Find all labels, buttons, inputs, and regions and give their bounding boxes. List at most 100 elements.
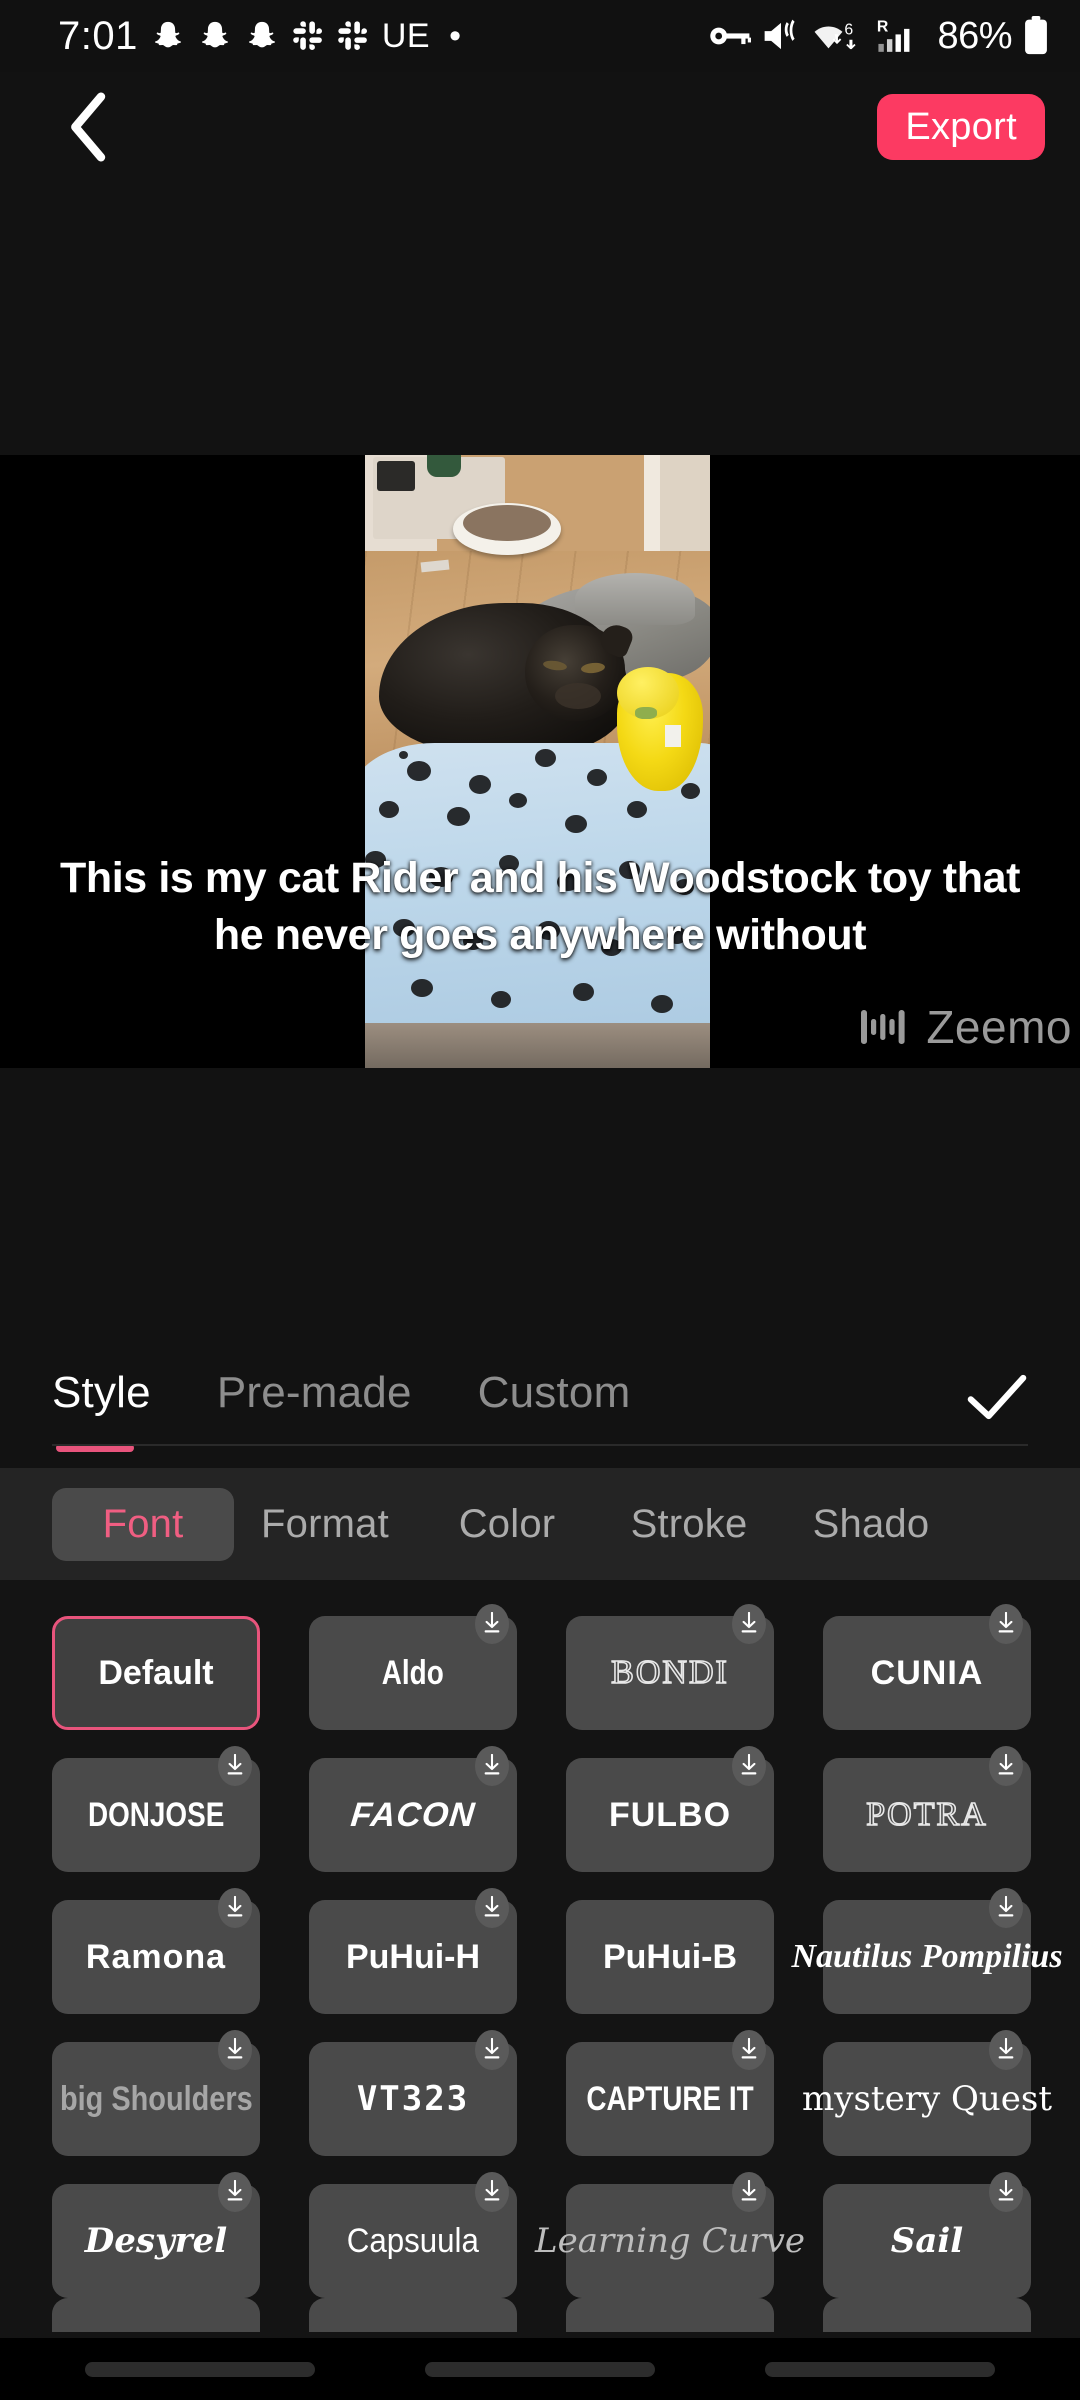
subtab-format[interactable]: Format bbox=[234, 1488, 416, 1561]
download-arrow-icon[interactable] bbox=[475, 2030, 509, 2070]
back-button[interactable] bbox=[765, 2361, 995, 2377]
download-arrow-icon[interactable] bbox=[475, 1604, 509, 1644]
font-card[interactable] bbox=[309, 2298, 517, 2332]
roaming-signal-icon: R bbox=[875, 17, 923, 55]
font-card-donjose[interactable]: DONJOSE bbox=[52, 1746, 260, 1872]
font-card-puhui-h[interactable]: PuHui-H bbox=[309, 1888, 517, 2014]
video-preview-area[interactable]: This is my cat Rider and his Woodstock t… bbox=[0, 182, 1080, 1342]
status-bar-left: 7:01 UE • bbox=[58, 14, 461, 59]
tab-pre-made[interactable]: Pre-made bbox=[217, 1368, 412, 1426]
font-card-label: Default bbox=[98, 1653, 214, 1692]
font-card-label: Capsuula bbox=[346, 2221, 480, 2260]
zeemo-watermark: Zeemo bbox=[861, 1000, 1072, 1054]
snapchat-icon bbox=[151, 19, 185, 53]
android-navigation-bar bbox=[0, 2338, 1080, 2400]
snapchat-icon bbox=[245, 19, 279, 53]
mute-vibrate-icon bbox=[761, 18, 801, 54]
download-arrow-icon[interactable] bbox=[732, 1604, 766, 1644]
font-card-ramona[interactable]: Ramona bbox=[52, 1888, 260, 2014]
font-card-learning-curve[interactable]: Learning Curve bbox=[535, 2172, 805, 2298]
download-arrow-icon[interactable] bbox=[218, 1888, 252, 1928]
tabs-divider bbox=[52, 1444, 1028, 1446]
back-button[interactable] bbox=[52, 92, 122, 162]
download-arrow-icon[interactable] bbox=[732, 1746, 766, 1786]
font-card-puhui-b[interactable]: PuHui-B bbox=[566, 1900, 774, 2014]
slack-icon bbox=[337, 20, 369, 52]
tab-style[interactable]: Style bbox=[52, 1368, 151, 1452]
chevron-left-icon bbox=[71, 92, 106, 162]
download-arrow-icon[interactable] bbox=[989, 2030, 1023, 2070]
download-arrow-icon[interactable] bbox=[218, 1746, 252, 1786]
status-bar-right: 6 R 86% bbox=[709, 15, 1050, 58]
download-arrow-icon[interactable] bbox=[732, 2172, 766, 2212]
font-card-label: mystery Quest bbox=[802, 2079, 1052, 2119]
watermark-label: Zeemo bbox=[926, 1001, 1072, 1053]
checkmark-icon bbox=[967, 1374, 1027, 1420]
font-card-desyrel[interactable]: Desyrel bbox=[52, 2172, 260, 2298]
font-card-label: Ramona bbox=[85, 1937, 227, 1976]
notification-dot-icon: • bbox=[449, 16, 461, 55]
download-arrow-icon[interactable] bbox=[989, 1746, 1023, 1786]
font-grid: Default Aldo BONDI CUNIA DONJOSE FACON FULBO PO… bbox=[0, 1580, 1080, 2298]
status-time: 7:01 bbox=[58, 13, 138, 58]
download-arrow-icon[interactable] bbox=[218, 2172, 252, 2212]
font-card-label: CUNIA bbox=[870, 1653, 984, 1692]
home-button[interactable] bbox=[425, 2361, 655, 2377]
download-arrow-icon[interactable] bbox=[732, 2030, 766, 2070]
font-card-label: Aldo bbox=[382, 1653, 444, 1692]
font-card-big-shoulders[interactable]: big Shoulders bbox=[52, 2030, 260, 2156]
caption-text[interactable]: This is my cat Rider and his Woodstock t… bbox=[0, 850, 1080, 964]
font-card-capsuula[interactable]: Capsuula bbox=[309, 2172, 517, 2298]
font-card-label: Learning Curve bbox=[535, 2221, 805, 2261]
font-card-potra[interactable]: POTRA bbox=[823, 1746, 1031, 1872]
subtab-stroke[interactable]: Stroke bbox=[598, 1488, 780, 1561]
font-card-capture-it[interactable]: CAPTURE IT bbox=[566, 2030, 774, 2156]
editor-top-bar: Export bbox=[0, 72, 1080, 182]
recents-button[interactable] bbox=[85, 2361, 315, 2377]
font-card-fulbo[interactable]: FULBO bbox=[566, 1746, 774, 1872]
font-card-cunia[interactable]: CUNIA bbox=[823, 1604, 1031, 1730]
font-card[interactable] bbox=[566, 2298, 774, 2332]
download-arrow-icon[interactable] bbox=[989, 1888, 1023, 1928]
style-subtabs: Font Format Color Stroke Shado bbox=[0, 1468, 1080, 1580]
tab-custom[interactable]: Custom bbox=[478, 1368, 631, 1426]
download-arrow-icon[interactable] bbox=[475, 1888, 509, 1928]
font-card-aldo[interactable]: Aldo bbox=[309, 1604, 517, 1730]
video-canvas[interactable]: This is my cat Rider and his Woodstock t… bbox=[0, 455, 1080, 1068]
carrier-label: UE bbox=[381, 16, 431, 55]
slack-icon bbox=[292, 20, 324, 52]
font-card-label: FACON bbox=[349, 1795, 478, 1834]
download-arrow-icon[interactable] bbox=[989, 2172, 1023, 2212]
style-tabs: Style Pre-made Custom bbox=[0, 1342, 1080, 1452]
download-arrow-icon[interactable] bbox=[989, 1604, 1023, 1644]
font-card-nautilus-pompilius[interactable]: Nautilus Pompilius bbox=[791, 1888, 1063, 2014]
wifi-6-icon: 6 bbox=[811, 17, 865, 55]
subtab-shadow[interactable]: Shado bbox=[780, 1488, 962, 1561]
font-card-mystery-quest[interactable]: mystery Quest bbox=[802, 2030, 1052, 2156]
font-list-scroll-area[interactable]: Default Aldo BONDI CUNIA DONJOSE FACON FULBO PO… bbox=[0, 1580, 1080, 2350]
battery-percent-label: 86% bbox=[937, 14, 1012, 57]
svg-text:R: R bbox=[877, 18, 889, 35]
font-card-bondi[interactable]: BONDI bbox=[566, 1604, 774, 1730]
export-button[interactable]: Export bbox=[877, 94, 1045, 160]
subtab-font[interactable]: Font bbox=[52, 1487, 234, 1561]
download-arrow-icon[interactable] bbox=[475, 1746, 509, 1786]
font-card-sail[interactable]: Sail bbox=[823, 2172, 1031, 2298]
font-card[interactable] bbox=[823, 2298, 1031, 2332]
svg-text:6: 6 bbox=[845, 21, 854, 38]
font-card-label: BONDI bbox=[610, 1653, 729, 1692]
font-card-label: CAPTURE IT bbox=[586, 2079, 754, 2118]
download-arrow-icon[interactable] bbox=[218, 2030, 252, 2070]
font-card-facon[interactable]: FACON bbox=[309, 1746, 517, 1872]
font-card-label: big Shoulders bbox=[59, 2079, 253, 2118]
download-arrow-icon[interactable] bbox=[475, 2172, 509, 2212]
font-card-default[interactable]: Default bbox=[52, 1616, 260, 1730]
font-card[interactable] bbox=[52, 2298, 260, 2332]
confirm-button[interactable] bbox=[966, 1372, 1028, 1422]
font-card-vt323[interactable]: VT323 bbox=[309, 2030, 517, 2156]
subtab-color[interactable]: Color bbox=[416, 1488, 598, 1561]
font-card-label: VT323 bbox=[356, 2079, 470, 2119]
font-card-label: Desyrel bbox=[84, 2221, 228, 2261]
font-card-label: Sail bbox=[890, 2221, 964, 2261]
video-scene bbox=[365, 455, 710, 1068]
